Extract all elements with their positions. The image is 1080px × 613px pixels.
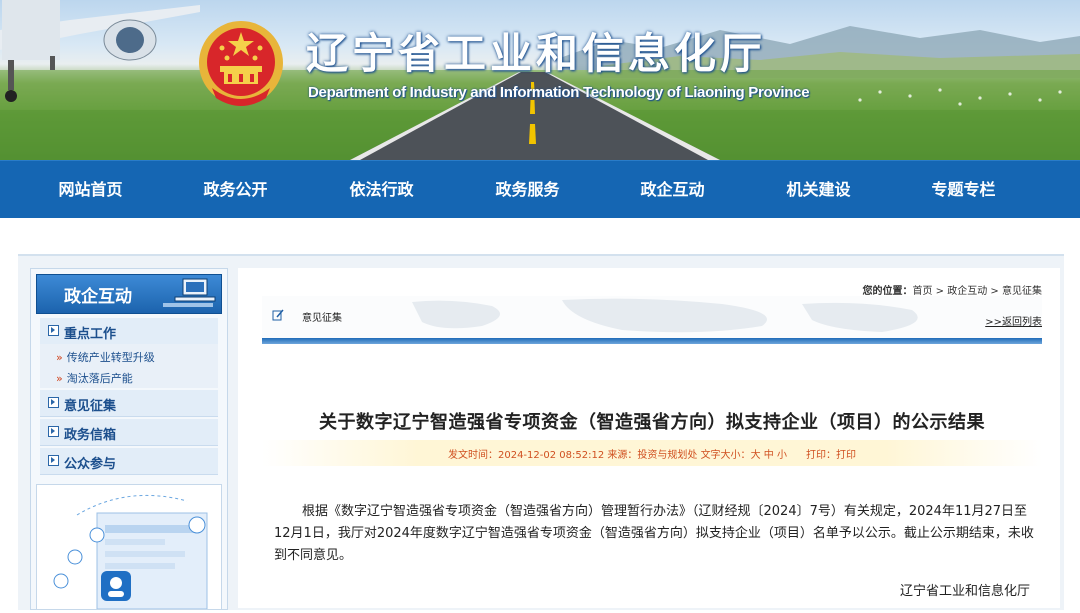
font-size-small[interactable]: 小 [777,450,787,461]
nav-item-special-topics[interactable]: 专题专栏 [891,161,1036,219]
airplane-graphic [0,0,200,102]
arrow-square-icon [48,397,59,408]
site-subtitle: Department of Industry and Information T… [308,84,810,101]
font-size-medium[interactable]: 中 [764,450,774,461]
sidebar-subitem-industry-upgrade[interactable]: » 传统产业转型升级 [56,349,155,365]
arrow-square-icon [48,325,59,336]
font-size-large[interactable]: 大 [751,450,761,461]
nav-item-government-affairs[interactable]: 政务公开 [163,161,308,219]
subitem-label: 传统产业转型升级 [66,351,155,364]
national-emblem-icon [199,21,283,106]
section-divider [262,338,1042,344]
double-chevron-icon: » [56,351,63,364]
nav-item-home[interactable]: 网站首页 [18,161,163,219]
article-meta: 发文时间：2024-12-02 08:52:12 来源：投资与规划处 文字大小：… [262,446,1042,461]
nav-item-law-administration[interactable]: 依法行政 [309,161,454,219]
nav-item-services[interactable]: 政务服务 [455,161,600,219]
article-body: 根据《数字辽宁智造强省专项资金（智造强省方向）管理暂行办法》（辽财经规〔2024… [274,504,1034,563]
arrow-square-icon [48,455,59,466]
sidebar-item-public-participation[interactable]: 公众参与 [40,448,218,475]
sidebar-title: 政企互动 [64,287,132,307]
sidebar-item-label: 公众参与 [64,457,117,472]
sidebar-item-label: 重点工作 [64,327,117,342]
article-signature: 辽宁省工业和信息化厅 [899,584,1030,599]
edit-icon [272,309,284,321]
sidebar-item-mailbox[interactable]: 政务信箱 [40,419,218,446]
article-source: 来源：投资与规划处 [607,450,701,461]
arrow-square-icon [48,426,59,437]
back-to-list-link[interactable]: >>返回列表 [985,313,1042,328]
computer-icon [163,278,216,307]
sidebar-item-opinion-collection[interactable]: 意见征集 [40,390,218,417]
nav-item-organization[interactable]: 机关建设 [746,161,891,219]
sidebar-subitem-eliminate-capacity[interactable]: » 淘汰落后产能 [56,370,133,386]
font-size-label: 文字大小： [700,450,751,461]
section-tab-label: 意见征集 [302,313,342,324]
sidebar-item-label: 意见征集 [64,399,117,414]
double-chevron-icon: » [56,372,63,385]
publish-time: 发文时间：2024-12-02 08:52:12 [447,450,608,461]
sidebar-illustration [36,484,222,610]
nav-item-interaction[interactable]: 政企互动 [600,161,745,219]
main-nav: 网站首页 政务公开 依法行政 政务服务 政企互动 机关建设 专题专栏 [0,160,1080,219]
world-map-decoration [262,296,1042,340]
sidebar-item-key-work[interactable]: 重点工作 [40,318,218,345]
sidebar-item-label: 政务信箱 [64,428,117,443]
print-label: 打印： [806,450,837,461]
subitem-label: 淘汰落后产能 [66,372,133,385]
article-title: 关于数字辽宁智造强省专项资金（智造强省方向）拟支持企业（项目）的公示结果 [319,412,985,433]
header-banner: 辽宁省工业和信息化厅 Department of Industry and In… [0,0,1080,160]
online-service-illustration [53,494,208,610]
print-link[interactable]: 打印 [836,450,856,461]
site-title: 辽宁省工业和信息化厅 [306,29,767,78]
breadcrumb: 您的位置：首页 > 政企互动 > 意见征集 [863,282,1043,297]
